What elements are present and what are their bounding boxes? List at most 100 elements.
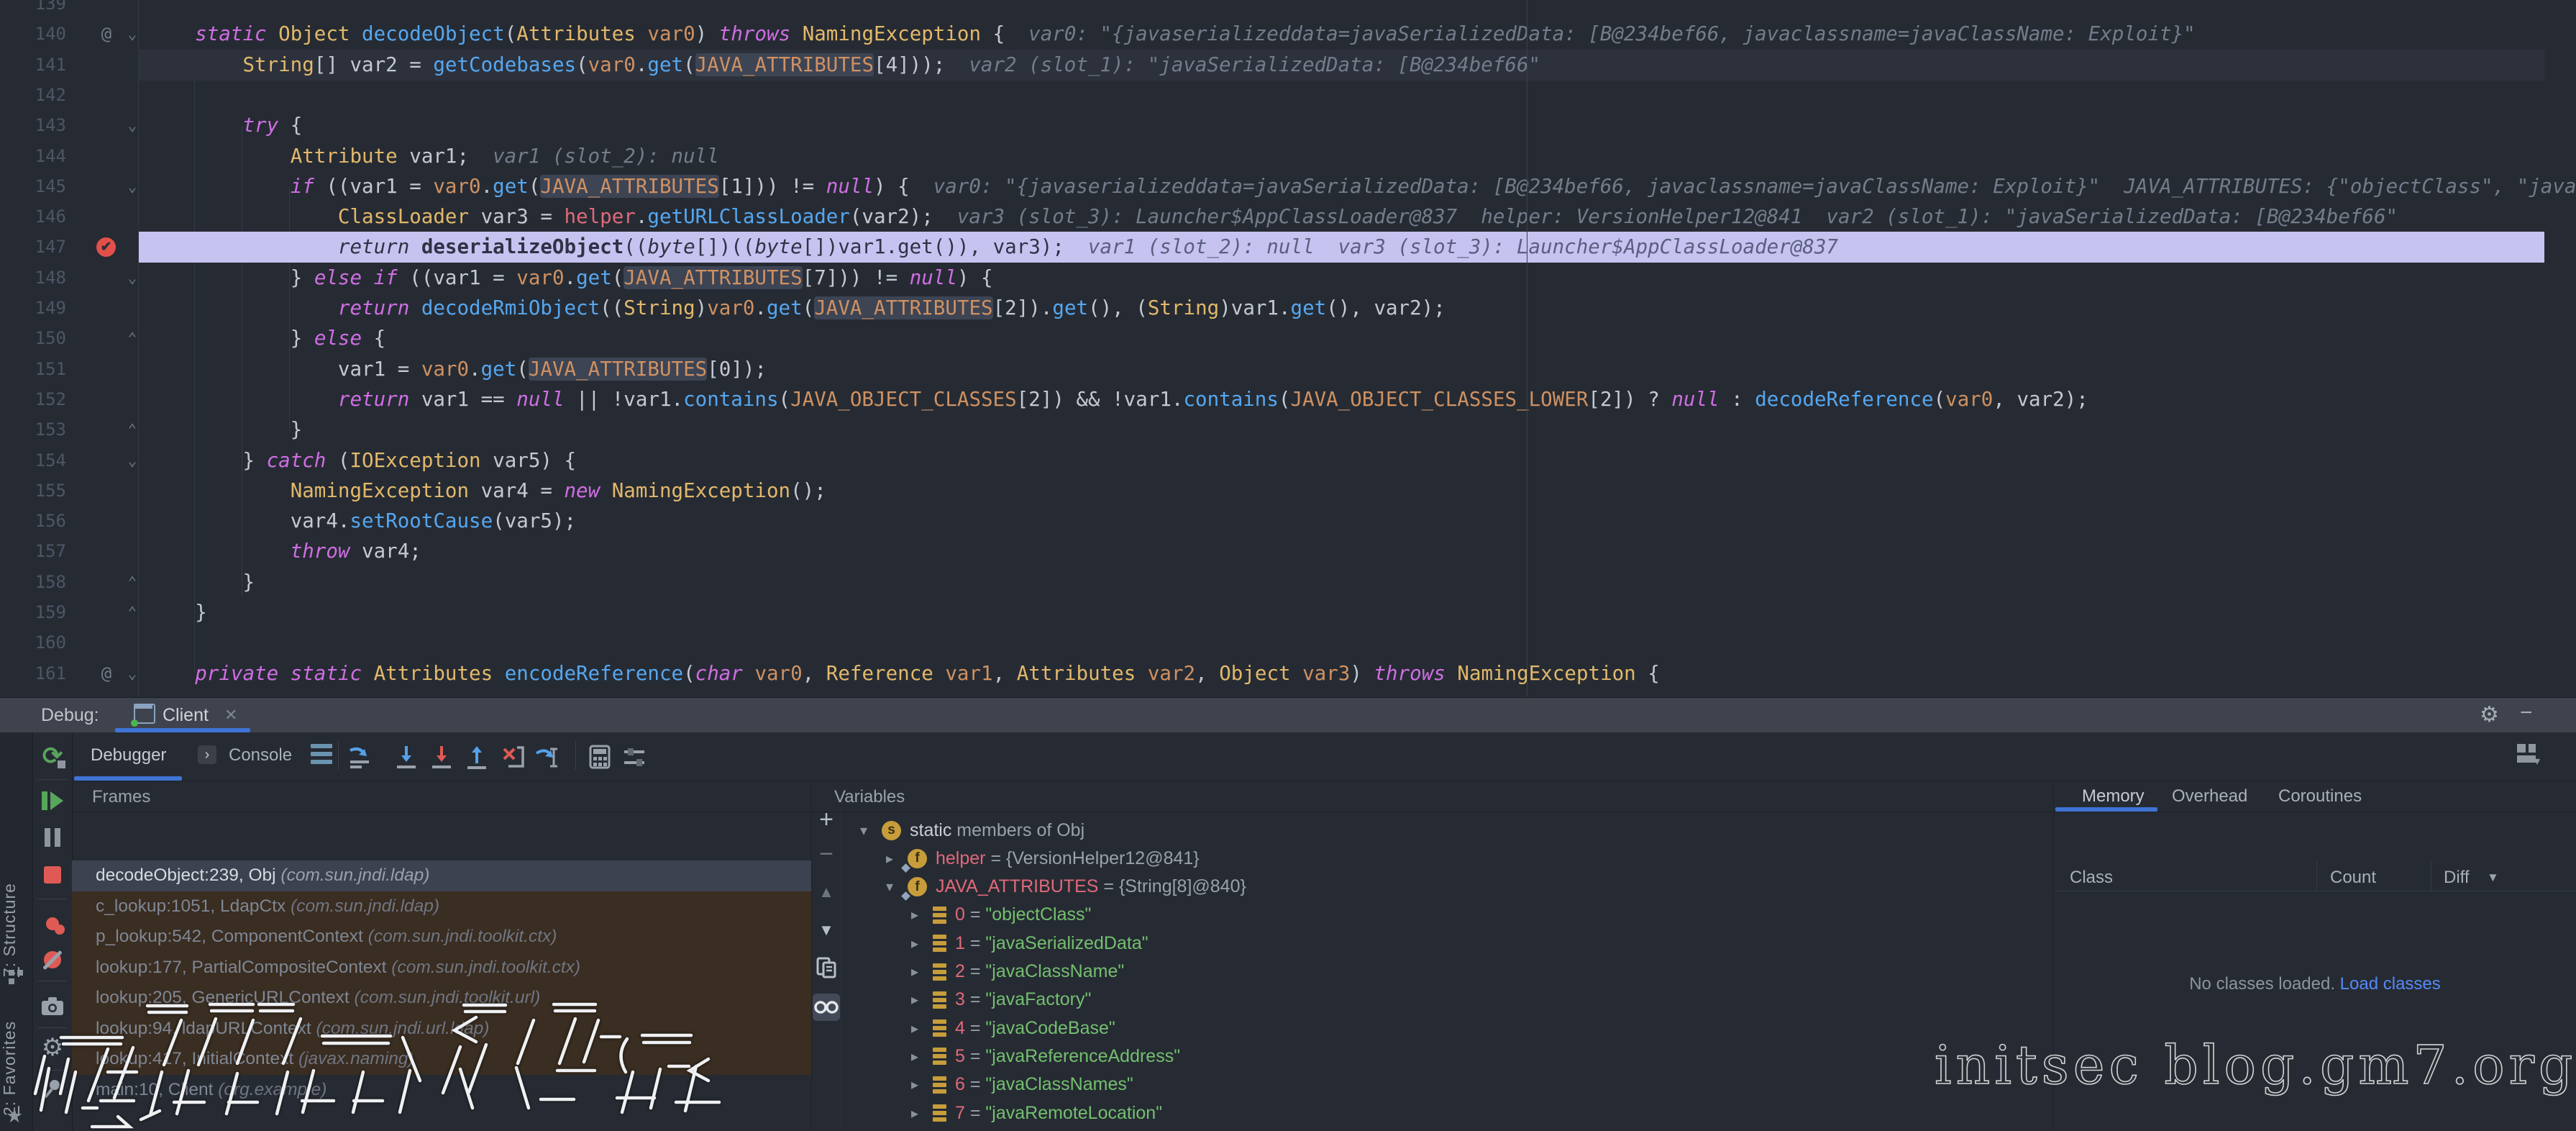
- frame-row[interactable]: lookup:94, ldapURLContext (com.sun.jndi.…: [72, 1014, 811, 1045]
- ide-window: 139140@⌄141142143⌄144145⌄146147✔148⌄1491…: [0, 0, 2576, 1131]
- fold-marker-icon[interactable]: ⌃: [122, 414, 142, 445]
- line-number: 146: [0, 201, 66, 232]
- annotation-gutter-icon[interactable]: @: [96, 19, 117, 50]
- move-down-icon[interactable]: ▼: [813, 917, 840, 944]
- fold-marker-icon[interactable]: ⌃: [122, 567, 142, 598]
- frame-row[interactable]: main:10, Client (org.example): [72, 1075, 811, 1106]
- breakpoint-icon[interactable]: ✔: [96, 237, 116, 257]
- threads-view-icon[interactable]: [311, 744, 332, 764]
- gear-icon[interactable]: ⚙: [2480, 702, 2499, 727]
- memory-col-class[interactable]: Class: [2070, 868, 2113, 888]
- tab-debugger[interactable]: Debugger: [91, 745, 166, 766]
- trace-settings-icon[interactable]: [620, 742, 649, 771]
- code-line: } else if ((var1 = var0.get(JAVA_ATTRIBU…: [147, 263, 993, 294]
- fold-marker-icon[interactable]: ⌄: [122, 263, 142, 294]
- code-line: ClassLoader var3 = helper.getURLClassLoa…: [147, 201, 2398, 232]
- line-number: 154: [0, 445, 66, 476]
- variable-row[interactable]: ▾fJAVA_ATTRIBUTES = {String[8]@840}: [886, 873, 1246, 901]
- fold-marker-icon[interactable]: ⌃: [122, 323, 142, 354]
- stop-icon[interactable]: [38, 861, 67, 889]
- frame-row[interactable]: p_lookup:542, ComponentContext (com.sun.…: [72, 922, 811, 953]
- resume-icon[interactable]: [38, 787, 67, 814]
- frame-row[interactable]: decodeObject:239, Obj (com.sun.jndi.ldap…: [72, 860, 811, 891]
- remove-watch-icon[interactable]: −: [813, 840, 840, 868]
- close-icon[interactable]: ✕: [224, 706, 237, 725]
- tab-console[interactable]: Console: [229, 745, 292, 766]
- variable-row[interactable]: ▸2 = "javaClassName": [911, 958, 1124, 986]
- code-line: private static Attributes encodeReferenc…: [147, 658, 1660, 689]
- chevron-right-icon[interactable]: ▸: [911, 1019, 933, 1037]
- step-over-icon[interactable]: [392, 742, 421, 771]
- fold-marker-icon[interactable]: ⌄: [122, 110, 142, 141]
- tab-coroutines[interactable]: Coroutines: [2278, 786, 2362, 807]
- chevron-right-icon[interactable]: ▸: [911, 1104, 933, 1122]
- chevron-right-icon[interactable]: ▸: [911, 991, 933, 1009]
- variable-row[interactable]: ▸3 = "javaFactory": [911, 986, 1091, 1014]
- fold-marker-icon[interactable]: ⌄: [122, 171, 142, 202]
- code-line: } catch (IOException var5) {: [147, 445, 576, 476]
- chevron-right-icon[interactable]: ▸: [911, 963, 933, 981]
- memory-col-count[interactable]: Count: [2330, 868, 2376, 888]
- variable-row[interactable]: ▸4 = "javaCodeBase": [911, 1014, 1115, 1042]
- pin-icon[interactable]: [38, 1075, 67, 1102]
- variable-row[interactable]: ▸7 = "javaRemoteLocation": [911, 1099, 1162, 1127]
- add-watch-icon[interactable]: +: [813, 806, 840, 833]
- rerun-icon[interactable]: ⟳: [38, 742, 67, 770]
- frame-row[interactable]: c_lookup:1051, LdapCtx (com.sun.jndi.lda…: [72, 891, 811, 922]
- frame-row[interactable]: lookup:205, GenericURLContext (com.sun.j…: [72, 983, 811, 1014]
- variable-row[interactable]: ▸5 = "javaReferenceAddress": [911, 1043, 1180, 1070]
- fold-marker-icon[interactable]: ⌄: [122, 445, 142, 476]
- sidebar-item-structure[interactable]: 7: Structure: [0, 876, 32, 984]
- debugger-toolbar: Debugger › Console ▾: [72, 732, 2576, 781]
- fold-marker-icon[interactable]: ⌄: [122, 19, 142, 50]
- chevron-right-icon[interactable]: ▸: [911, 935, 933, 953]
- chevron-down-icon[interactable]: ▾: [860, 822, 882, 840]
- line-number: 158: [0, 567, 66, 598]
- layout-settings-icon[interactable]: ▾: [2516, 742, 2540, 767]
- line-number: 147: [0, 232, 66, 263]
- fold-marker-icon[interactable]: ⌄: [122, 658, 142, 689]
- memory-col-diff[interactable]: Diff: [2444, 868, 2470, 888]
- variable-row[interactable]: ▸fhelper = {VersionHelper12@841}: [886, 845, 1200, 872]
- chevron-right-icon[interactable]: ▸: [911, 1048, 933, 1066]
- thread-dump-camera-icon[interactable]: [38, 993, 67, 1020]
- fold-marker-icon[interactable]: ⌃: [122, 597, 142, 628]
- view-breakpoints-icon[interactable]: [38, 910, 67, 937]
- code-line: return decodeRmiObject((String)var0.get(…: [147, 293, 1445, 324]
- annotation-gutter-icon[interactable]: @: [96, 658, 117, 689]
- tab-overhead[interactable]: Overhead: [2172, 786, 2247, 807]
- array-element-icon: [933, 991, 946, 1009]
- pause-icon[interactable]: [38, 824, 67, 851]
- variable-row[interactable]: ▸1 = "javaSerializedData": [911, 930, 1148, 957]
- array-element-icon: [933, 963, 946, 981]
- evaluate-expression-icon[interactable]: [585, 742, 614, 771]
- frame-row[interactable]: lookup:177, PartialCompositeContext (com…: [72, 953, 811, 984]
- force-step-into-icon[interactable]: [427, 742, 456, 771]
- chevron-right-icon[interactable]: ▸: [911, 906, 933, 924]
- frame-row[interactable]: lookup:417, InitialContext (javax.naming…: [72, 1044, 811, 1075]
- tab-memory[interactable]: Memory: [2082, 786, 2145, 807]
- variable-row[interactable]: ▾sstatic members of Obj: [860, 817, 1084, 844]
- variable-row[interactable]: ▸6 = "javaClassNames": [911, 1071, 1133, 1099]
- show-execution-point-icon[interactable]: [345, 742, 374, 771]
- line-number: 150: [0, 323, 66, 354]
- load-classes-link[interactable]: Load classes: [2340, 974, 2441, 994]
- run-to-cursor-icon[interactable]: [533, 742, 562, 771]
- minimize-icon[interactable]: −: [2520, 701, 2533, 725]
- move-up-icon[interactable]: ▲: [813, 878, 840, 906]
- line-number: 155: [0, 476, 66, 507]
- line-number: 140: [0, 19, 66, 50]
- debug-toolwindow-header: Debug: Client ✕ ⚙ −: [0, 697, 2576, 733]
- mute-breakpoints-icon[interactable]: [38, 946, 67, 973]
- settings-gear-icon[interactable]: ⚙: [38, 1034, 67, 1061]
- step-out-icon[interactable]: [462, 742, 491, 771]
- line-number: 160: [0, 627, 66, 658]
- show-watches-glasses-icon[interactable]: [813, 994, 840, 1021]
- code-editor[interactable]: 139140@⌄141142143⌄144145⌄146147✔148⌄1491…: [0, 0, 2576, 696]
- variable-row[interactable]: ▸0 = "objectClass": [911, 901, 1091, 929]
- chevron-right-icon[interactable]: ▸: [911, 1076, 933, 1094]
- tab-client[interactable]: Client: [163, 705, 209, 726]
- sort-arrow-icon: ▼: [2487, 871, 2499, 885]
- drop-frame-icon[interactable]: [498, 742, 526, 771]
- copy-stack-icon[interactable]: [813, 954, 840, 981]
